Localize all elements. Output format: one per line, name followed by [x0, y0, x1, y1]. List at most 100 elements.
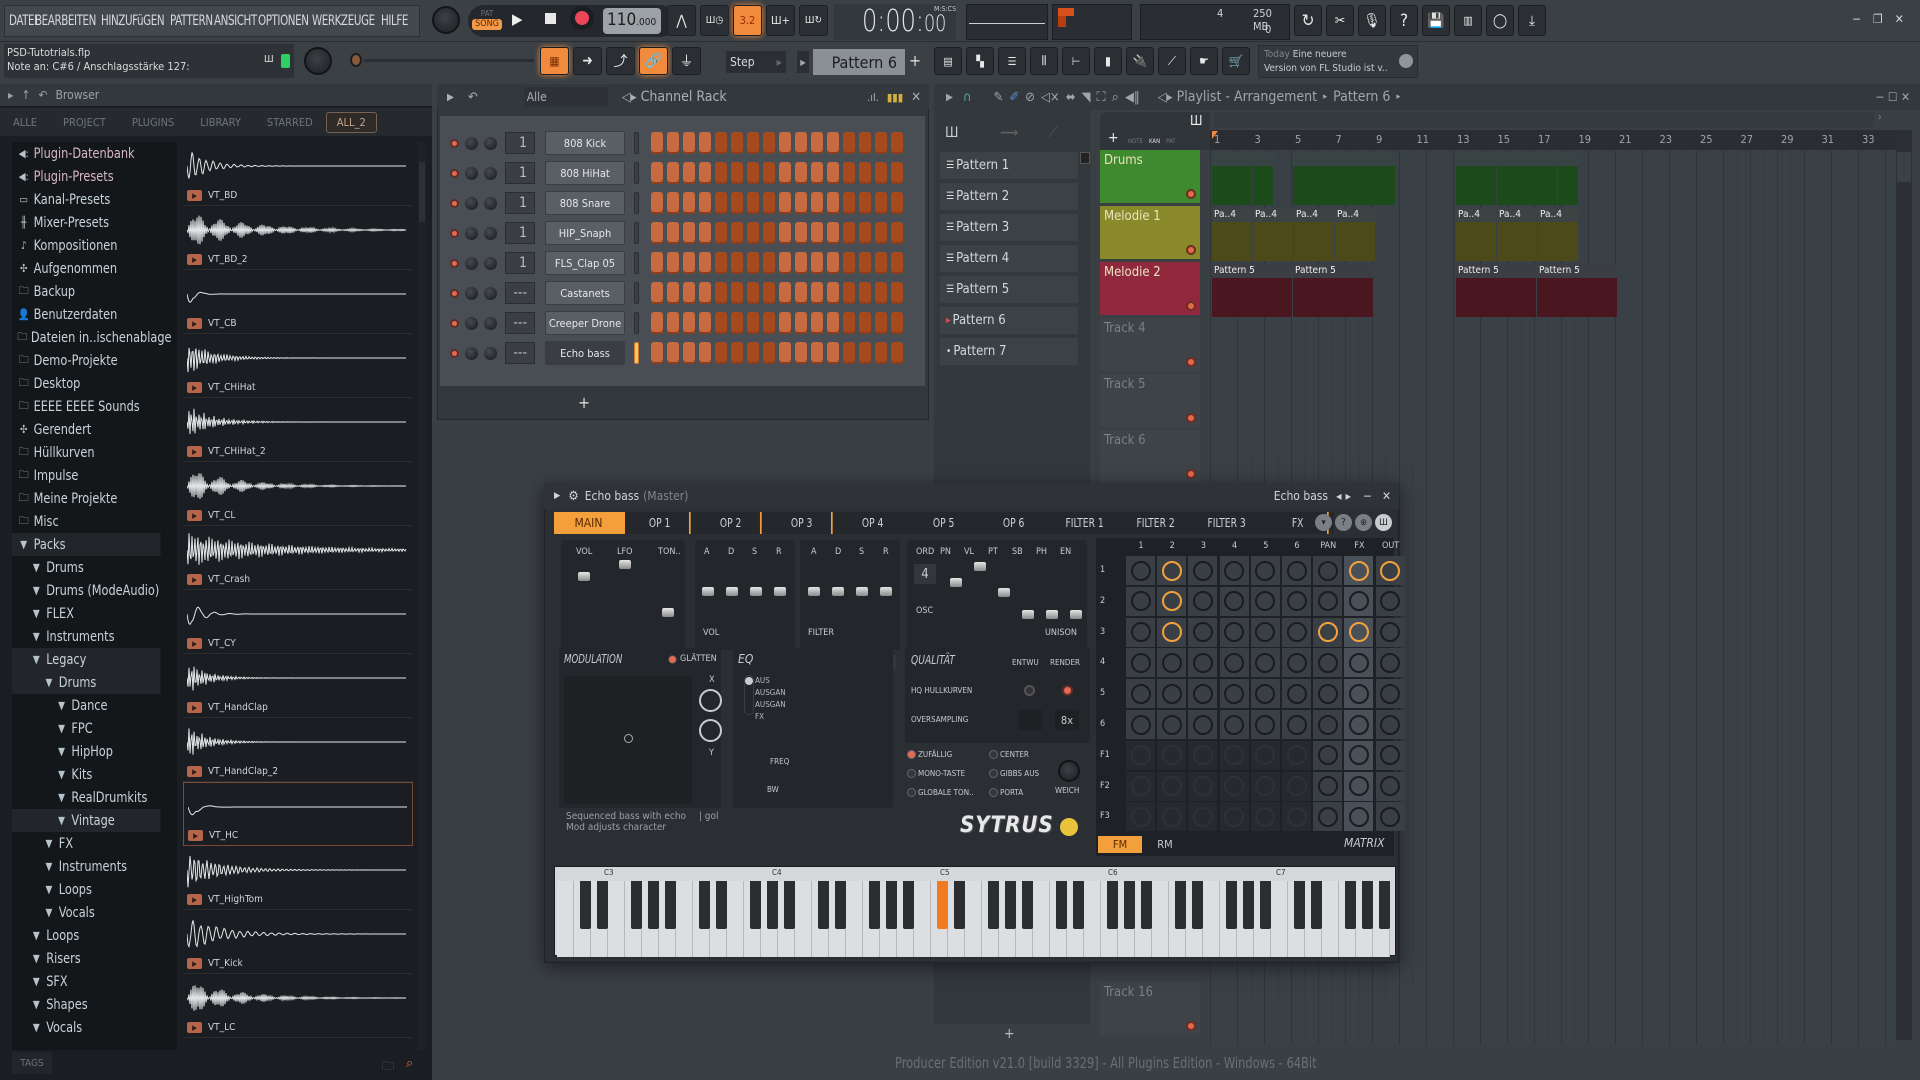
glatten-toggle[interactable]: GLÄTTEN [668, 654, 717, 664]
browser-tab-starred[interactable]: STARRED [254, 116, 326, 129]
play-sample-icon[interactable]: ▶ [187, 382, 202, 393]
eq-mode-switch[interactable] [744, 675, 754, 715]
white-key[interactable] [1322, 881, 1339, 957]
step-button[interactable] [891, 342, 903, 364]
browser-item[interactable]: ▼ Risers [12, 947, 161, 970]
browser-item[interactable]: 🗀 Dateien in..ischenablage [12, 326, 171, 349]
menu-datei[interactable]: DATEI [9, 13, 37, 29]
scroll-right-icon[interactable]: › [1878, 112, 1892, 128]
option-toggle[interactable]: GIBBS AUS [989, 769, 1039, 778]
track-mute-led[interactable] [1186, 189, 1196, 199]
matrix-knob[interactable] [1380, 652, 1401, 673]
channel-rack-icon[interactable]: ☰ [998, 47, 1026, 75]
step-button[interactable] [699, 192, 711, 214]
folder-icon[interactable]: 🗀 [382, 1057, 394, 1078]
white-key[interactable] [1084, 881, 1101, 957]
mute-led[interactable] [450, 138, 459, 148]
mixer-route[interactable]: --- [505, 342, 535, 364]
select-icon[interactable]: ⛶ [1097, 90, 1106, 105]
volume-knob[interactable] [484, 346, 497, 360]
step-button[interactable] [843, 282, 855, 304]
matrix-knob[interactable] [1192, 652, 1213, 673]
step-button[interactable] [779, 252, 791, 274]
channel-name-button[interactable]: 808 HiHat [545, 161, 625, 185]
playlist-clip[interactable] [1516, 152, 1537, 205]
step-button[interactable] [795, 132, 807, 154]
vol-env-fader[interactable] [726, 587, 738, 596]
gear-icon[interactable]: ⚙ [568, 489, 579, 504]
eq-mode-list[interactable]: AUS AUSGAN AUSGAN FX [755, 675, 786, 723]
stop-button[interactable] [545, 13, 556, 24]
play-sample-icon[interactable]: ▶ [187, 190, 202, 201]
playlist-clip[interactable] [1557, 152, 1578, 205]
add-pattern-button[interactable]: + [909, 51, 921, 70]
black-key[interactable] [716, 881, 727, 929]
step-button[interactable] [747, 282, 759, 304]
zoom-icon[interactable]: ⌕ [1112, 90, 1119, 105]
black-key[interactable] [597, 881, 608, 929]
playlist-clip[interactable] [1294, 152, 1314, 205]
help-icon[interactable]: ? [1390, 5, 1418, 36]
pan-knob[interactable] [465, 346, 478, 360]
play-sample-icon[interactable]: ▶ [187, 254, 202, 265]
channel-name-button[interactable]: Castanets [545, 281, 625, 305]
sample-item[interactable]: ▶ VT_CHiHat [183, 334, 413, 398]
pattern-item[interactable]: ☰ Pattern 2 [940, 183, 1078, 210]
next-channel-icon[interactable]: ▸ [1345, 489, 1350, 503]
pattern-item[interactable]: ☰ Pattern 1 [940, 152, 1078, 179]
browser-tab-library[interactable]: LIBRARY [187, 116, 254, 129]
mixer-channel-icon[interactable]: ⏚ [672, 47, 701, 75]
black-key[interactable] [1056, 881, 1067, 929]
track-mute-led[interactable] [1186, 301, 1196, 311]
option-toggle[interactable]: GLOBALE TON.. [907, 788, 974, 797]
sytrus-tab-filter3[interactable]: FILTER 3 [1197, 512, 1257, 534]
step-button[interactable] [891, 222, 903, 244]
black-key[interactable] [1379, 881, 1390, 929]
playlist-icon[interactable]: ▤ [934, 47, 962, 75]
track-header[interactable]: Track 4 [1100, 318, 1200, 371]
matrix-knob[interactable] [1161, 622, 1182, 643]
channel-select-bar[interactable] [634, 342, 639, 364]
matrix-knob[interactable] [1130, 745, 1151, 766]
minimize-icon[interactable]: − [1852, 12, 1861, 26]
mixer-route[interactable]: 1 [505, 222, 535, 244]
matrix-knob[interactable] [1380, 745, 1401, 766]
step-button[interactable] [651, 252, 663, 274]
mute-led[interactable] [450, 288, 459, 298]
matrix-knob[interactable] [1192, 622, 1213, 643]
step-button[interactable] [747, 192, 759, 214]
matrix-knob[interactable] [1192, 591, 1213, 612]
playlist-clip[interactable] [1314, 152, 1335, 205]
step-button[interactable] [667, 252, 679, 274]
mixer-route[interactable]: --- [505, 282, 535, 304]
track-mute-led[interactable] [1186, 357, 1196, 367]
matrix-knob[interactable] [1380, 591, 1401, 612]
play-sample-icon[interactable]: ▶ [187, 958, 202, 969]
step-button[interactable] [859, 282, 871, 304]
eq-mode-option[interactable]: AUS [755, 675, 786, 687]
matrix-knob[interactable] [1224, 622, 1245, 643]
matrix-knob[interactable] [1224, 560, 1245, 581]
step-button[interactable] [827, 162, 839, 184]
timeline-ruler[interactable]: 1 3 5 7 9 11 13 15 17 19 21 23 25 27 29 31 33 [1210, 130, 1900, 150]
pattern-item[interactable]: ☰ Pattern 5 [940, 276, 1078, 303]
track-header[interactable]: Melodie 1 [1100, 206, 1200, 259]
playlist-tab-note[interactable]: NOTE [1128, 138, 1143, 145]
microphone-icon[interactable]: 🎙 [1358, 5, 1386, 36]
matrix-knob[interactable] [1317, 591, 1338, 612]
step-button[interactable] [715, 312, 727, 334]
step-button[interactable] [843, 252, 855, 274]
arrow-icon[interactable]: ➜ [573, 47, 602, 75]
step-button[interactable] [715, 252, 727, 274]
channel-select-bar[interactable] [634, 132, 639, 154]
picker-scroll-handle[interactable] [1080, 152, 1090, 164]
browser-item[interactable]: 🗀 Desktop [12, 372, 161, 395]
channel-select-bar[interactable] [634, 222, 639, 244]
playlist-clip[interactable] [1537, 152, 1558, 205]
matrix-knob[interactable] [1255, 652, 1276, 673]
step-button[interactable] [795, 312, 807, 334]
link-icon[interactable]: 🔗 [639, 47, 668, 75]
black-key[interactable] [1141, 881, 1152, 929]
step-button[interactable] [779, 222, 791, 244]
browser-icon[interactable]: ⊢ [1062, 47, 1090, 75]
